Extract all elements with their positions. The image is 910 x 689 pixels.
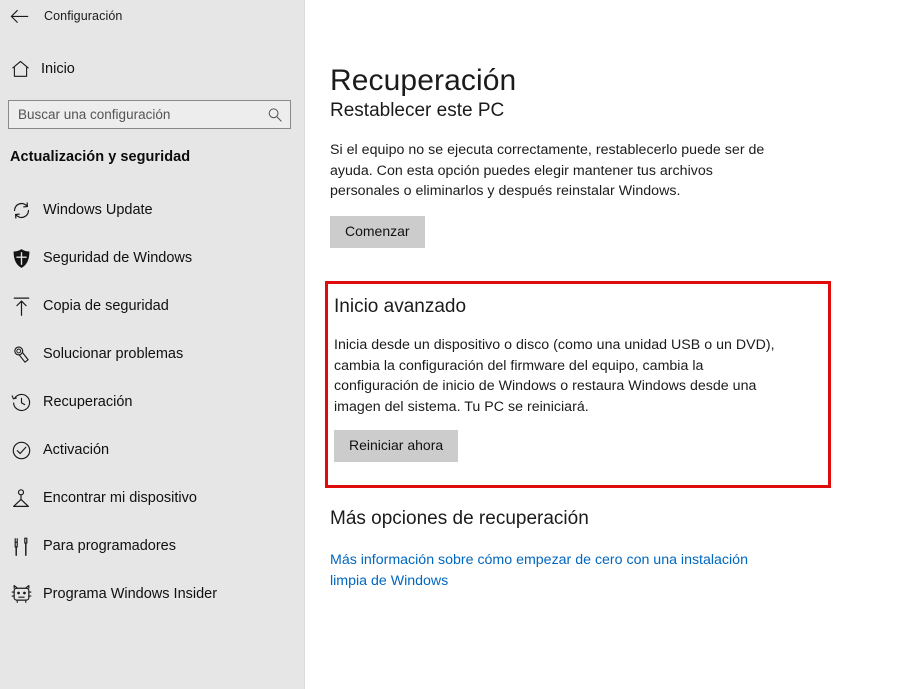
history-clock-icon bbox=[8, 389, 34, 415]
more-options-heading: Más opciones de recuperación bbox=[330, 508, 589, 529]
refresh-icon bbox=[8, 197, 34, 223]
advanced-startup-section: Inicio avanzado Inicia desde un disposit… bbox=[334, 296, 804, 463]
sidebar-item-label: Programa Windows Insider bbox=[43, 586, 218, 602]
wrench-icon bbox=[8, 341, 34, 367]
sidebar-item-label: Activación bbox=[43, 442, 110, 458]
reset-pc-heading: Restablecer este PC bbox=[330, 100, 505, 121]
sidebar-item-label: Copia de seguridad bbox=[43, 298, 169, 314]
content-pane: Recuperación Restablecer este PC Si el e… bbox=[306, 0, 910, 689]
check-circle-icon bbox=[8, 437, 34, 463]
shield-icon bbox=[8, 245, 34, 271]
sidebar-nav-list: Windows Update Seguridad de Windows Copi… bbox=[0, 186, 305, 618]
more-recovery-options-section: Más opciones de recuperación Más informa… bbox=[330, 508, 800, 591]
sidebar-item-windows-security[interactable]: Seguridad de Windows bbox=[0, 234, 305, 282]
sidebar-item-backup[interactable]: Copia de seguridad bbox=[0, 282, 305, 330]
titlebar: Configuración bbox=[0, 0, 305, 32]
sidebar-item-windows-update[interactable]: Windows Update bbox=[0, 186, 305, 234]
insider-cat-icon bbox=[8, 581, 34, 607]
sidebar-item-activation[interactable]: Activación bbox=[0, 426, 305, 474]
sidebar-item-home[interactable]: Inicio bbox=[0, 52, 305, 86]
sidebar-item-for-developers[interactable]: Para programadores bbox=[0, 522, 305, 570]
location-pin-icon bbox=[8, 485, 34, 511]
sidebar-item-troubleshoot[interactable]: Solucionar problemas bbox=[0, 330, 305, 378]
sidebar-item-find-my-device[interactable]: Encontrar mi dispositivo bbox=[0, 474, 305, 522]
sidebar-item-windows-insider[interactable]: Programa Windows Insider bbox=[0, 570, 305, 618]
advanced-startup-highlight-box: Inicio avanzado Inicia desde un disposit… bbox=[325, 281, 831, 488]
reset-pc-description: Si el equipo no se ejecuta correctamente… bbox=[330, 142, 765, 200]
sidebar-item-recovery[interactable]: Recuperación bbox=[0, 378, 305, 426]
search-box[interactable] bbox=[8, 100, 291, 129]
sidebar-category-header: Actualización y seguridad bbox=[10, 149, 191, 165]
page-title: Recuperación bbox=[330, 64, 517, 98]
sidebar-item-label: Seguridad de Windows bbox=[43, 250, 193, 266]
get-started-button[interactable]: Comenzar bbox=[330, 215, 425, 248]
back-button[interactable] bbox=[0, 1, 38, 31]
upload-arrow-icon bbox=[8, 293, 34, 319]
sidebar: Configuración Inicio Actualización y seg… bbox=[0, 0, 305, 689]
sidebar-item-label: Encontrar mi dispositivo bbox=[43, 490, 197, 506]
tools-icon bbox=[8, 533, 34, 559]
reset-pc-section: Restablecer este PC Si el equipo no se e… bbox=[330, 100, 800, 248]
sidebar-item-label: Solucionar problemas bbox=[43, 346, 184, 362]
advanced-startup-description: Inicia desde un dispositivo o disco (com… bbox=[334, 337, 775, 415]
home-icon bbox=[7, 56, 33, 82]
settings-window: Configuración Inicio Actualización y seg… bbox=[0, 0, 910, 689]
sidebar-item-label: Windows Update bbox=[43, 202, 153, 218]
advanced-startup-heading: Inicio avanzado bbox=[334, 296, 467, 317]
sidebar-item-label: Para programadores bbox=[43, 538, 176, 554]
sidebar-home-label: Inicio bbox=[41, 61, 75, 77]
search-input[interactable] bbox=[18, 107, 266, 122]
window-title: Configuración bbox=[44, 9, 123, 23]
clean-install-info-link[interactable]: Más información sobre cómo empezar de ce… bbox=[330, 550, 782, 591]
sidebar-item-label: Recuperación bbox=[43, 394, 133, 410]
search-icon[interactable] bbox=[266, 106, 284, 124]
restart-now-button[interactable]: Reiniciar ahora bbox=[334, 430, 459, 463]
